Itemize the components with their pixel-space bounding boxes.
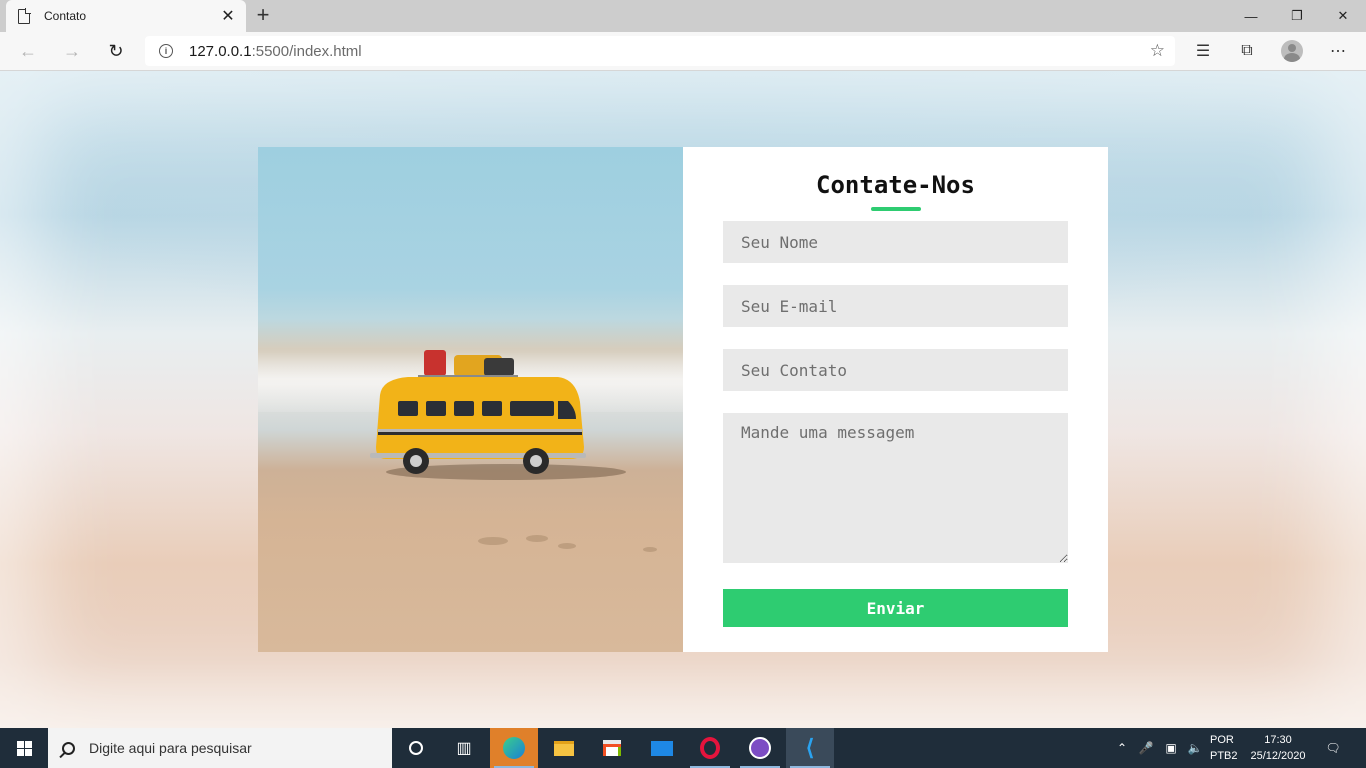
favorites-list-icon[interactable]: ☰: [1192, 40, 1214, 62]
opera-icon: [700, 737, 720, 759]
url-host: 127.0.0.1: [189, 42, 252, 60]
opera-app[interactable]: [686, 728, 734, 768]
email-input[interactable]: [723, 285, 1068, 327]
keyboard-layout: PTB2: [1210, 750, 1238, 762]
browser-tab[interactable]: Contato ✕: [6, 0, 246, 32]
profile-avatar[interactable]: [1281, 40, 1303, 62]
name-input[interactable]: [723, 221, 1068, 263]
tab-close-button[interactable]: ✕: [220, 6, 236, 26]
forward-arrow-icon[interactable]: →: [58, 38, 86, 64]
sand-mark: [643, 547, 657, 552]
language-indicator[interactable]: POR PTB2: [1210, 732, 1240, 764]
info-icon[interactable]: i: [159, 44, 173, 58]
document-icon: [18, 8, 31, 24]
start-button[interactable]: [0, 728, 48, 768]
new-tab-button[interactable]: +: [252, 4, 274, 26]
sand-mark: [526, 535, 548, 542]
message-textarea[interactable]: [723, 413, 1068, 563]
contact-form: Contate-Nos Enviar: [683, 147, 1108, 652]
bus-beach-image: [258, 147, 683, 652]
task-view-icon: ▥: [456, 740, 472, 757]
tab-title: Contato: [44, 9, 87, 23]
mail-icon: [651, 740, 673, 756]
volume-icon[interactable]: 🔈: [1184, 728, 1206, 768]
avatar-icon: [1281, 40, 1303, 62]
mail-app[interactable]: [638, 728, 686, 768]
form-title: Contate-Nos: [816, 171, 975, 199]
store-icon: [603, 740, 621, 756]
browser-toolbar: ← → ↻ i 127.0.0.1:5500/index.html ☆ ☰ ⧉ …: [0, 32, 1366, 71]
search-placeholder: Digite aqui para pesquisar: [89, 740, 252, 756]
clock-time: 17:30: [1264, 734, 1292, 746]
edge-icon: [503, 737, 525, 759]
vscode-app[interactable]: ⟨: [786, 728, 834, 768]
folder-icon: [554, 740, 574, 756]
cortana-button[interactable]: [392, 728, 440, 768]
microphone-icon[interactable]: 🎤: [1138, 728, 1154, 768]
search-icon: [62, 741, 75, 755]
favorite-star-icon[interactable]: ☆: [1150, 41, 1165, 61]
github-desktop-app[interactable]: [736, 728, 784, 768]
submit-button[interactable]: Enviar: [723, 589, 1068, 627]
refresh-icon[interactable]: ↻: [102, 38, 130, 64]
url-path: :5500/index.html: [251, 42, 362, 60]
more-options-icon[interactable]: ⋯: [1327, 40, 1349, 62]
windows-taskbar: Digite aqui para pesquisar ▥ ⟨ ⌃ 🎤 ▣ 🔈 P…: [0, 728, 1366, 768]
url-text: 127.0.0.1:5500/index.html: [189, 43, 362, 60]
windows-logo-icon: [16, 740, 32, 756]
page-background: Contate-Nos Enviar: [0, 71, 1366, 728]
language-code: POR: [1210, 734, 1234, 746]
maximize-button[interactable]: ❐: [1274, 0, 1320, 32]
contact-card: Contate-Nos Enviar: [258, 147, 1108, 652]
title-underline: [871, 207, 921, 211]
tab-strip: Contato ✕ + — ❐ ✕: [0, 0, 1366, 32]
minimize-button[interactable]: —: [1228, 0, 1274, 32]
close-window-button[interactable]: ✕: [1320, 0, 1366, 32]
phone-input[interactable]: [723, 349, 1068, 391]
vscode-icon: ⟨: [805, 735, 815, 760]
clock-date: 25/12/2020: [1250, 750, 1306, 762]
notifications-icon[interactable]: 🗨: [1320, 728, 1346, 768]
back-arrow-icon[interactable]: ←: [14, 38, 42, 64]
network-icon[interactable]: ▣: [1160, 728, 1182, 768]
store-app[interactable]: [588, 728, 636, 768]
sand-mark: [478, 537, 508, 545]
system-clock[interactable]: 17:30 25/12/2020: [1246, 732, 1310, 764]
edge-taskbar-app[interactable]: [490, 728, 538, 768]
taskbar-search[interactable]: Digite aqui para pesquisar: [48, 728, 392, 768]
sand-mark: [558, 543, 576, 549]
github-icon: [749, 737, 771, 759]
task-view-button[interactable]: ▥: [440, 728, 488, 768]
file-explorer-app[interactable]: [540, 728, 588, 768]
address-bar[interactable]: i 127.0.0.1:5500/index.html ☆: [145, 36, 1175, 66]
toy-bus-illustration: [370, 350, 626, 480]
chevron-up-icon[interactable]: ⌃: [1114, 728, 1130, 768]
collections-icon[interactable]: ⧉: [1236, 40, 1258, 62]
cortana-icon: [409, 741, 423, 755]
